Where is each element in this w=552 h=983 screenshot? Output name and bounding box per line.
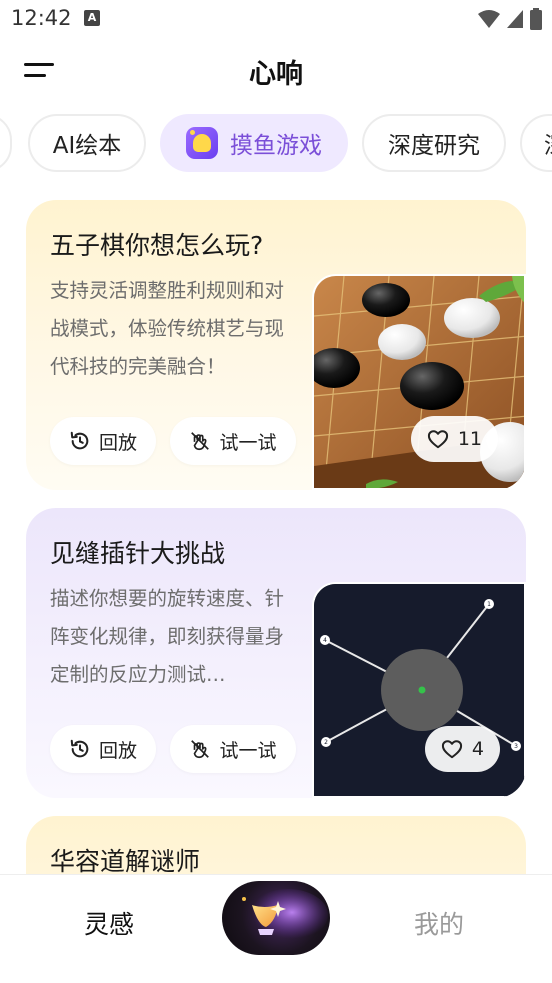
card-title: 见缝插针大挑战 [50, 539, 226, 568]
game-card-pin-challenge[interactable]: 见缝插针大挑战 描述你想要的旋转速度、针阵变化规律，即刻获得量身定制的反应力测试… [26, 508, 526, 798]
gomoku-thumbnail: 11 [312, 274, 526, 490]
heart-icon [427, 430, 448, 449]
tab-partial-left[interactable] [0, 114, 12, 172]
nav-mine[interactable]: 我的 [414, 905, 464, 941]
bottom-nav: 灵感 我的 [0, 874, 552, 983]
tab-label: 深 [544, 126, 552, 160]
nav-inspire[interactable]: 灵感 [84, 905, 134, 941]
notification-icon: A [84, 10, 100, 26]
battery-icon [530, 8, 542, 30]
status-icons [478, 8, 542, 30]
card-title: 华容道解谜师 [50, 847, 201, 876]
game-icon [186, 127, 218, 159]
game-card-gomoku[interactable]: 五子棋你想怎么玩? 支持灵活调整胜利规则和对战模式，体验传统棋艺与现代科技的完美… [26, 200, 526, 490]
app-header: 心响 [0, 38, 552, 104]
pin-label-4: 4 [323, 637, 327, 644]
pin-label-1: 1 [487, 601, 491, 608]
replay-icon [70, 431, 89, 450]
signal-icon [507, 10, 523, 28]
try-button[interactable]: 试一试 [170, 725, 296, 773]
page-title: 心响 [249, 59, 303, 90]
heart-icon [441, 740, 462, 759]
try-label: 试一试 [219, 431, 277, 454]
tab-label: 深度研究 [388, 133, 480, 159]
try-icon [191, 432, 210, 451]
try-button[interactable]: 试一试 [170, 417, 296, 465]
card-title: 五子棋你想怎么玩? [50, 231, 264, 260]
like-count: 4 [471, 738, 484, 760]
create-button[interactable] [222, 881, 330, 955]
lamp-icon [242, 889, 328, 941]
replay-icon [70, 739, 89, 758]
status-time: 12:42 [11, 6, 72, 30]
try-icon [191, 740, 210, 759]
replay-label: 回放 [98, 739, 137, 762]
tab-ai-picture-book[interactable]: AI绘本 [28, 114, 146, 172]
pin-label-2: 2 [324, 739, 328, 746]
category-tabs: AI绘本 摸鱼游戏 深度研究 深 [0, 114, 552, 172]
status-bar: 12:42 A [0, 0, 552, 38]
pin-label-3: 3 [514, 743, 518, 750]
tab-label: 摸鱼游戏 [230, 133, 322, 159]
pin-game-thumbnail: 1 2 3 4 4 [312, 582, 526, 798]
replay-button[interactable]: 回放 [50, 417, 156, 465]
replay-label: 回放 [98, 431, 137, 454]
wifi-icon [478, 10, 500, 28]
tab-label: AI绘本 [52, 133, 122, 159]
like-badge[interactable]: 4 [424, 726, 500, 772]
card-description: 支持灵活调整胜利规则和对战模式，体验传统棋艺与现代科技的完美融合！ [50, 279, 285, 378]
tab-fishing-games[interactable]: 摸鱼游戏 [160, 114, 348, 172]
like-count: 11 [457, 428, 482, 450]
tab-deep-research[interactable]: 深度研究 [362, 114, 506, 172]
pin-game-image: 1 2 3 4 [314, 584, 524, 796]
tab-partial-right[interactable]: 深 [520, 114, 552, 172]
card-description: 描述你想要的旋转速度、针阵变化规律，即刻获得量身定制的反应力测试… [50, 587, 285, 686]
like-badge[interactable]: 11 [410, 416, 498, 462]
replay-button[interactable]: 回放 [50, 725, 156, 773]
try-label: 试一试 [219, 739, 277, 762]
